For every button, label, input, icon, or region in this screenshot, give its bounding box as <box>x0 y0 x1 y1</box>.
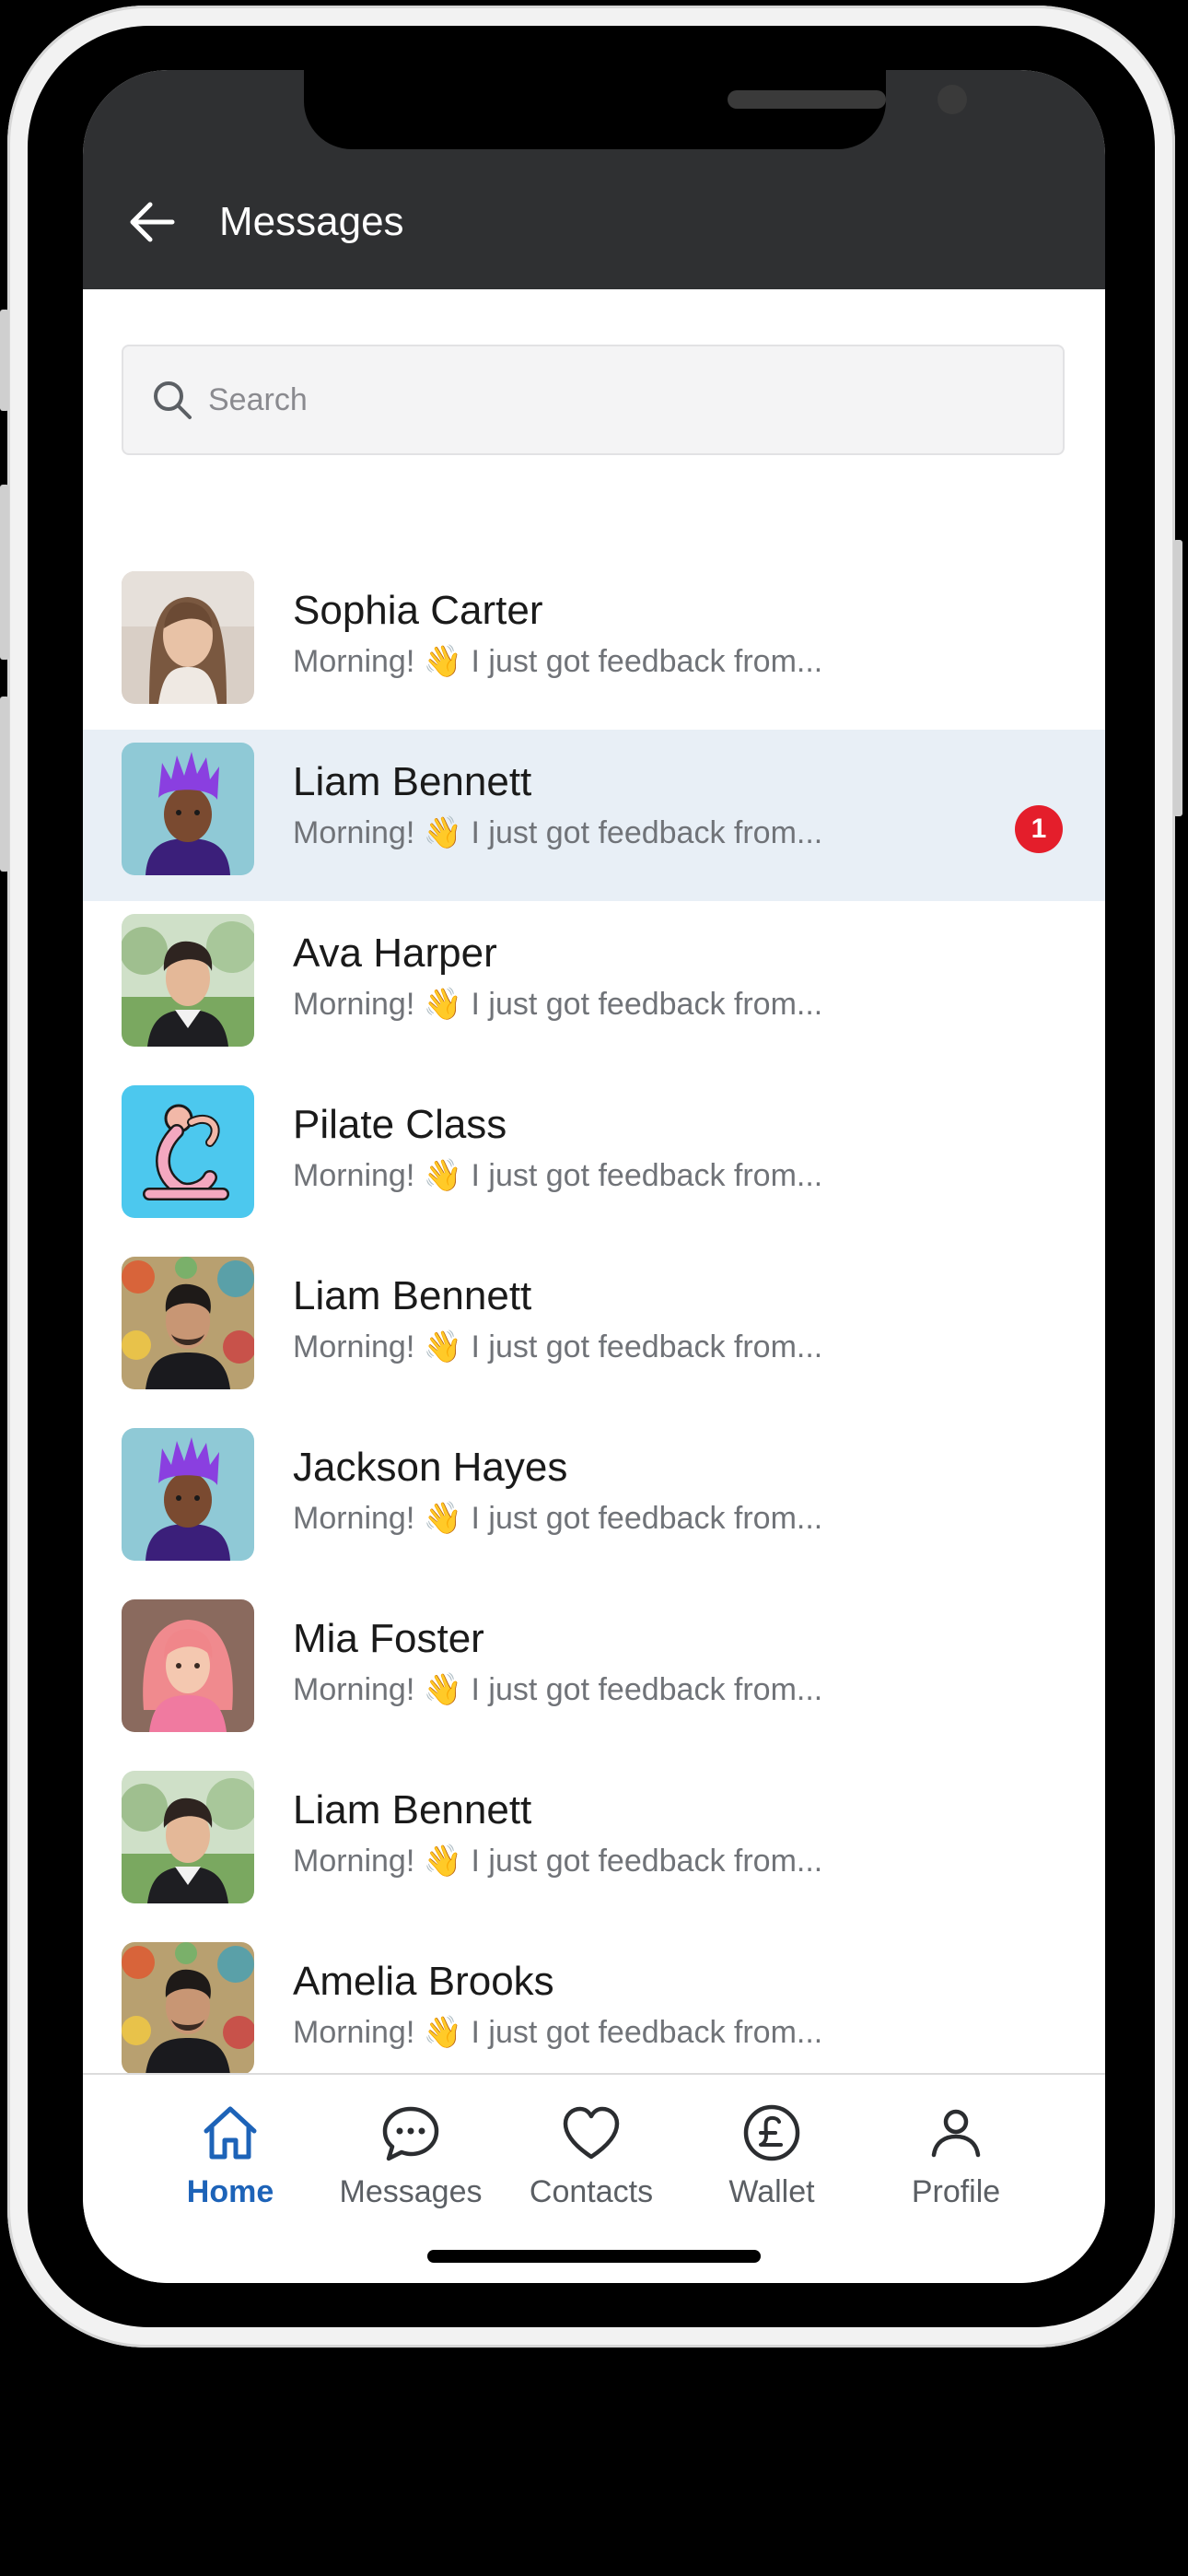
message-preview: Morning! 👋 I just got feedback from... <box>293 1329 823 1364</box>
tab-wallet[interactable]: Wallet <box>689 2101 855 2220</box>
conversation-row[interactable]: Sophia Carter Morning! 👋 I just got feed… <box>83 558 1105 730</box>
avatar <box>122 914 254 1047</box>
chat-bubble-icon <box>379 2101 443 2165</box>
tab-label: Profile <box>911 2174 1001 2209</box>
page-title: Messages <box>219 199 404 244</box>
contact-name: Sophia Carter <box>293 588 543 633</box>
avatar <box>122 1085 254 1218</box>
pound-coin-icon <box>740 2101 804 2165</box>
contact-name: Mia Foster <box>293 1616 484 1661</box>
power-button <box>1173 540 1182 816</box>
conversation-list: Sophia Carter Morning! 👋 I just got feed… <box>83 558 1105 2101</box>
message-preview: Morning! 👋 I just got feedback from... <box>293 2015 823 2050</box>
speaker-grille <box>728 90 886 109</box>
volume-down-button <box>0 697 9 872</box>
message-preview: Morning! 👋 I just got feedback from... <box>293 815 823 850</box>
conversation-row[interactable]: Pilate Class Morning! 👋 I just got feedb… <box>83 1072 1105 1244</box>
home-indicator[interactable] <box>427 2250 761 2263</box>
message-preview: Morning! 👋 I just got feedback from... <box>293 1501 823 1536</box>
search-input[interactable] <box>206 381 1020 419</box>
contact-name: Liam Bennett <box>293 759 532 804</box>
conversation-row[interactable]: Mia Foster Morning! 👋 I just got feedbac… <box>83 1587 1105 1758</box>
message-preview: Morning! 👋 I just got feedback from... <box>293 1672 823 1707</box>
unread-count-badge: 1 <box>1015 805 1063 853</box>
conversation-row[interactable]: Liam Bennett Morning! 👋 I just got feedb… <box>83 1244 1105 1415</box>
contact-name: Pilate Class <box>293 1102 507 1147</box>
tab-label: Messages <box>339 2174 483 2209</box>
message-preview: Morning! 👋 I just got feedback from... <box>293 644 823 679</box>
contact-name: Liam Bennett <box>293 1273 532 1318</box>
app-header: Messages <box>83 70 1105 289</box>
avatar <box>122 1771 254 1903</box>
conversation-row-selected[interactable]: Liam Bennett Morning! 👋 I just got feedb… <box>83 730 1105 901</box>
conversation-row[interactable]: Ava Harper Morning! 👋 I just got feedbac… <box>83 901 1105 1072</box>
mute-switch <box>0 310 9 411</box>
search-icon <box>151 379 193 421</box>
avatar <box>122 1257 254 1389</box>
tab-label: Home <box>186 2174 274 2209</box>
notch <box>304 70 967 149</box>
front-camera <box>938 85 967 114</box>
arrow-left-icon <box>130 202 175 242</box>
contact-name: Amelia Brooks <box>293 1959 554 2004</box>
conversation-row[interactable]: Liam Bennett Morning! 👋 I just got feedb… <box>83 1758 1105 1929</box>
tab-profile[interactable]: Profile <box>873 2101 1039 2220</box>
message-preview: Morning! 👋 I just got feedback from... <box>293 987 823 1022</box>
avatar <box>122 1942 254 2075</box>
conversation-row[interactable]: Jackson Hayes Morning! 👋 I just got feed… <box>83 1415 1105 1587</box>
heart-icon <box>559 2101 623 2165</box>
avatar <box>122 1428 254 1561</box>
search-bar[interactable] <box>122 345 1065 455</box>
avatar <box>122 1599 254 1732</box>
tab-home[interactable]: Home <box>147 2101 313 2220</box>
contact-name: Ava Harper <box>293 931 497 976</box>
tab-messages[interactable]: Messages <box>328 2101 494 2220</box>
back-button[interactable] <box>120 190 184 254</box>
avatar <box>122 743 254 875</box>
message-preview: Morning! 👋 I just got feedback from... <box>293 1158 823 1193</box>
tab-label: Contacts <box>529 2174 654 2209</box>
app-screen: Messages Sophia Carter <box>83 70 1105 2283</box>
tab-contacts[interactable]: Contacts <box>508 2101 674 2220</box>
avatar <box>122 571 254 704</box>
tab-label: Wallet <box>728 2174 815 2209</box>
contact-name: Liam Bennett <box>293 1787 532 1832</box>
volume-up-button <box>0 485 9 660</box>
message-preview: Morning! 👋 I just got feedback from... <box>293 1844 823 1879</box>
contact-name: Jackson Hayes <box>293 1445 568 1490</box>
person-icon <box>924 2101 988 2165</box>
home-icon <box>198 2101 262 2165</box>
